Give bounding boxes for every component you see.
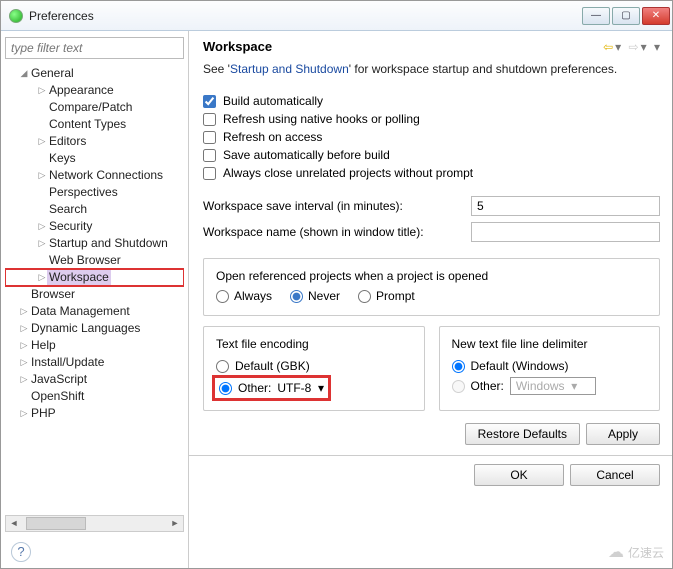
apply-button[interactable]: Apply <box>586 423 660 445</box>
openref-never-label: Never <box>308 289 340 303</box>
startup-shutdown-link[interactable]: Startup and Shutdown <box>230 62 349 76</box>
tree-item-search[interactable]: Search <box>5 201 184 218</box>
sidebar: ◢General ▷Appearance Compare/Patch Conte… <box>1 31 189 568</box>
encoding-default-label: Default (GBK) <box>235 359 310 373</box>
ok-button[interactable]: OK <box>474 464 564 486</box>
minimize-button[interactable]: — <box>582 7 610 25</box>
close-unrelated-label: Always close unrelated projects without … <box>223 166 473 180</box>
watermark: ☁亿速云 <box>608 542 664 562</box>
cloud-icon: ☁ <box>608 542 624 562</box>
workspace-name-input[interactable] <box>471 222 660 242</box>
filter-input[interactable] <box>5 37 184 59</box>
tree-item-startup-shutdown[interactable]: ▷Startup and Shutdown <box>5 235 184 252</box>
refresh-access-label: Refresh on access <box>223 130 322 144</box>
page-nav-icons: ⇦▾ ⇨▾ ▾ <box>603 40 660 54</box>
openref-prompt-radio[interactable] <box>358 290 371 303</box>
tree-item-general[interactable]: ◢General <box>5 65 184 82</box>
tree-item-perspectives[interactable]: Perspectives <box>5 184 184 201</box>
tree-item-javascript[interactable]: ▷JavaScript <box>5 371 184 388</box>
close-unrelated-checkbox[interactable] <box>203 167 216 180</box>
workspace-name-label: Workspace name (shown in window title): <box>203 225 463 239</box>
tree-item-appearance[interactable]: ▷Appearance <box>5 82 184 99</box>
encoding-other-combo[interactable]: UTF-8 ▾ <box>277 381 324 395</box>
tree-item-compare-patch[interactable]: Compare/Patch <box>5 99 184 116</box>
help-button[interactable]: ? <box>11 542 31 562</box>
refresh-native-checkbox[interactable] <box>203 113 216 126</box>
page-title: Workspace <box>203 39 603 54</box>
back-icon[interactable]: ⇦ <box>603 40 613 54</box>
save-before-build-label: Save automatically before build <box>223 148 390 162</box>
delimiter-default-label: Default (Windows) <box>471 359 569 373</box>
delimiter-other-combo: Windows ▾ <box>510 377 596 395</box>
save-before-build-checkbox[interactable] <box>203 149 216 162</box>
window-title: Preferences <box>29 9 582 23</box>
tree-item-browser[interactable]: Browser <box>5 286 184 303</box>
openref-never-radio[interactable] <box>290 290 303 303</box>
tree-item-php[interactable]: ▷PHP <box>5 405 184 422</box>
scroll-left-icon[interactable]: ◄ <box>6 516 22 531</box>
delimiter-default-radio[interactable] <box>452 360 465 373</box>
page-description: See 'Startup and Shutdown' for workspace… <box>203 62 660 76</box>
maximize-button[interactable]: ▢ <box>612 7 640 25</box>
encoding-default-radio[interactable] <box>216 360 229 373</box>
tree-item-keys[interactable]: Keys <box>5 150 184 167</box>
cancel-button[interactable]: Cancel <box>570 464 660 486</box>
delimiter-other-label: Other: <box>471 379 504 393</box>
delimiter-title: New text file line delimiter <box>452 337 648 351</box>
tree-item-data-management[interactable]: ▷Data Management <box>5 303 184 320</box>
encoding-other-radio[interactable] <box>219 382 232 395</box>
preference-tree[interactable]: ◢General ▷Appearance Compare/Patch Conte… <box>5 65 184 511</box>
scroll-right-icon[interactable]: ► <box>167 516 183 531</box>
build-automatically-checkbox[interactable] <box>203 95 216 108</box>
close-button[interactable]: ✕ <box>642 7 670 25</box>
restore-defaults-button[interactable]: Restore Defaults <box>465 423 580 445</box>
delimiter-other-radio[interactable] <box>452 380 465 393</box>
tree-item-openshift[interactable]: OpenShift <box>5 388 184 405</box>
encoding-group: Text file encoding Default (GBK) Other: … <box>203 326 425 411</box>
scrollbar-thumb[interactable] <box>26 517 86 530</box>
refresh-access-checkbox[interactable] <box>203 131 216 144</box>
open-referenced-group: Open referenced projects when a project … <box>203 258 660 316</box>
build-automatically-label: Build automatically <box>223 94 323 108</box>
refresh-native-label: Refresh using native hooks or polling <box>223 112 420 126</box>
save-interval-label: Workspace save interval (in minutes): <box>203 199 463 213</box>
openref-prompt-label: Prompt <box>376 289 415 303</box>
tree-item-help[interactable]: ▷Help <box>5 337 184 354</box>
openref-always-radio[interactable] <box>216 290 229 303</box>
tree-item-workspace[interactable]: ▷Workspace <box>5 269 184 286</box>
tree-item-dynamic-languages[interactable]: ▷Dynamic Languages <box>5 320 184 337</box>
title-bar: Preferences — ▢ ✕ <box>1 1 672 31</box>
tree-horizontal-scrollbar[interactable]: ◄ ► <box>5 515 184 532</box>
delimiter-group: New text file line delimiter Default (Wi… <box>439 326 661 411</box>
tree-item-editors[interactable]: ▷Editors <box>5 133 184 150</box>
tree-item-web-browser[interactable]: Web Browser <box>5 252 184 269</box>
main-panel: Workspace ⇦▾ ⇨▾ ▾ See 'Startup and Shutd… <box>189 31 672 568</box>
tree-item-network[interactable]: ▷Network Connections <box>5 167 184 184</box>
open-referenced-title: Open referenced projects when a project … <box>216 269 647 283</box>
openref-always-label: Always <box>234 289 272 303</box>
encoding-other-label: Other: <box>238 381 271 395</box>
forward-icon[interactable]: ⇨ <box>629 40 639 54</box>
save-interval-input[interactable] <box>471 196 660 216</box>
encoding-title: Text file encoding <box>216 337 412 351</box>
tree-item-security[interactable]: ▷Security <box>5 218 184 235</box>
tree-item-install-update[interactable]: ▷Install/Update <box>5 354 184 371</box>
tree-item-content-types[interactable]: Content Types <box>5 116 184 133</box>
app-icon <box>9 9 23 23</box>
